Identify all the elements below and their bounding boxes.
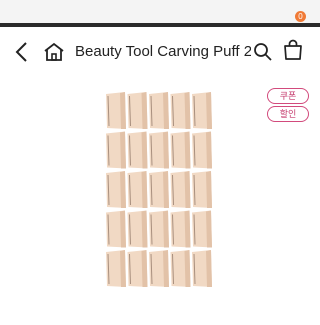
puff-item (149, 250, 169, 287)
discount-badge[interactable]: 할인 (267, 106, 309, 122)
app-header: Beauty Tool Carving Puff 25ea (0, 27, 320, 77)
shopping-bag-icon (284, 39, 302, 60)
puff-item (149, 131, 169, 169)
back-button[interactable] (10, 39, 32, 65)
puff-item (127, 92, 148, 129)
page-title: Beauty Tool Carving Puff 25ea (75, 43, 251, 60)
puff-item (106, 171, 126, 208)
home-icon (44, 42, 64, 61)
puff-item (170, 171, 191, 208)
puff-item (149, 210, 169, 248)
puff-item (106, 210, 126, 248)
puff-item (127, 210, 148, 248)
puff-item (106, 92, 126, 129)
puff-item (106, 250, 126, 287)
puff-item (127, 250, 148, 287)
puff-item (149, 171, 169, 208)
puff-item (170, 131, 191, 169)
puff-item (192, 250, 212, 287)
puff-item (192, 210, 212, 248)
puff-item (192, 92, 212, 129)
puff-item (170, 92, 191, 129)
home-button[interactable] (42, 40, 66, 64)
search-button[interactable] (253, 42, 273, 62)
search-icon (254, 43, 272, 61)
cart-count-badge: 0 (295, 11, 306, 22)
chevron-left-icon (15, 42, 27, 62)
puff-item (127, 171, 148, 208)
puff-item (106, 131, 126, 169)
puff-item (149, 92, 169, 129)
puff-item (170, 210, 191, 248)
puff-item (170, 250, 191, 287)
puff-item (192, 131, 212, 169)
puff-item (192, 171, 212, 208)
coupon-badge[interactable]: 쿠폰 (267, 88, 309, 104)
puff-item (127, 131, 148, 169)
cart-button[interactable] (282, 39, 306, 63)
